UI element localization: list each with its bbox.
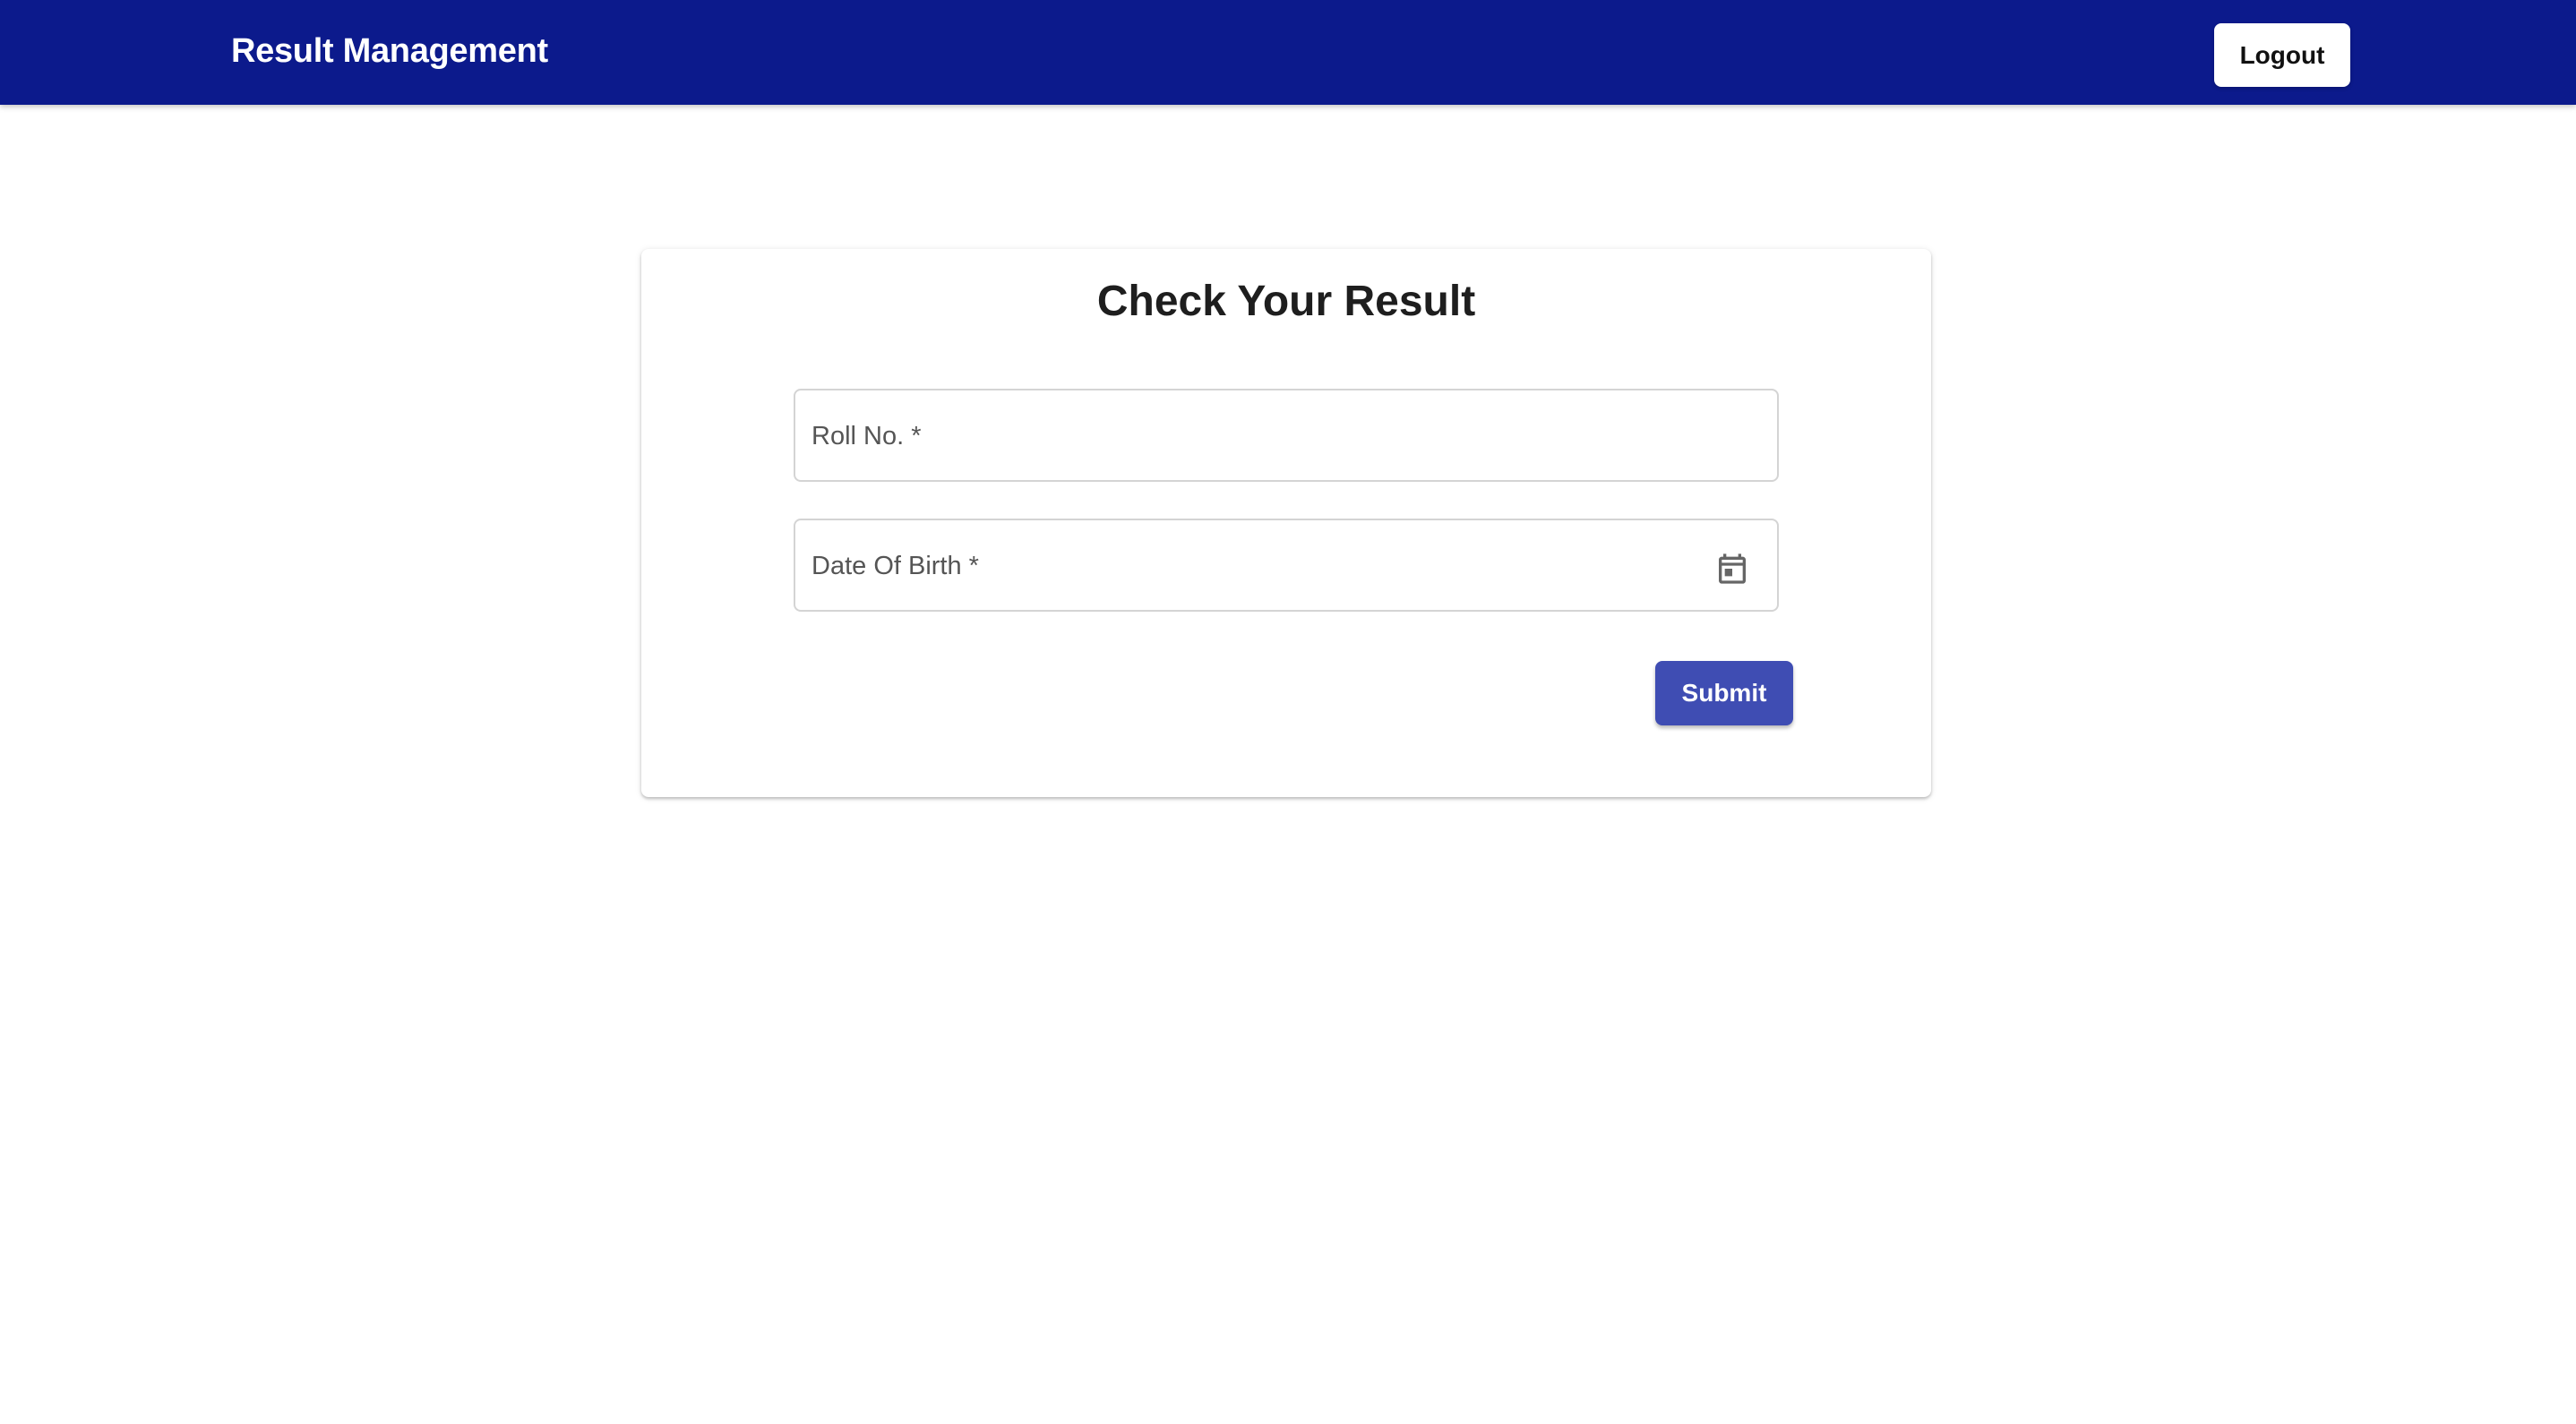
form-title: Check Your Result bbox=[1096, 278, 1476, 325]
app-title: Result Management bbox=[231, 32, 548, 70]
calendar-icon[interactable] bbox=[1714, 551, 1750, 587]
submit-button[interactable]: Submit bbox=[1655, 661, 1793, 725]
page: Result Management Logout Check Your Resu… bbox=[0, 0, 2576, 1424]
logout-button[interactable]: Logout bbox=[2214, 23, 2350, 87]
date-of-birth-field[interactable]: Date Of Birth * bbox=[794, 519, 1779, 612]
app-bar: Result Management Logout bbox=[0, 0, 2576, 105]
result-form-card: Check Your Result Roll No. * Date Of Bir… bbox=[641, 249, 1931, 797]
roll-no-field[interactable]: Roll No. * bbox=[794, 389, 1779, 482]
date-of-birth-input[interactable] bbox=[795, 520, 1777, 610]
roll-no-input[interactable] bbox=[795, 390, 1777, 480]
